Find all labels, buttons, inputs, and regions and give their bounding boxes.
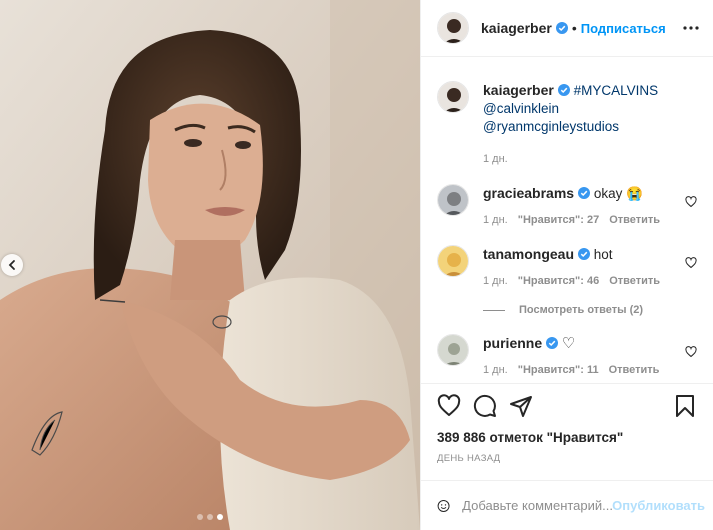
comment-text: hot: [593, 247, 613, 262]
comment-username[interactable]: tanamongeau: [483, 246, 574, 262]
more-icon: [683, 26, 699, 30]
comment-button[interactable]: [473, 394, 497, 418]
comment-item: gracieabrams okay 😭 1 дн. "Нравится": 27 О…: [437, 184, 697, 229]
caption: kaiagerber #MYCALVINS @calvinklein @ryan…: [437, 81, 697, 168]
heart-icon: [437, 394, 461, 416]
header-separator: •: [571, 20, 577, 36]
caption-time[interactable]: 1 дн.: [483, 153, 508, 165]
view-replies-label: Посмотреть ответы (2): [519, 304, 644, 316]
verified-icon: [546, 337, 559, 349]
comment-time[interactable]: 1 дн.: [483, 275, 508, 287]
comment-item: purienne ♡ 1 дн. "Нравится": 11 Ответить: [437, 334, 697, 379]
heart-icon[interactable]: [685, 257, 697, 269]
mention-links[interactable]: @calvinklein @ryanmcginleystudios: [483, 101, 619, 134]
avatar-image: [438, 335, 468, 365]
post-actions-section: 389 886 отметок "Нравится" ДЕНЬ НАЗАД: [421, 383, 713, 480]
carousel-dot-active: [217, 514, 223, 520]
author-username[interactable]: kaiagerber: [481, 20, 552, 36]
comment-input[interactable]: [462, 498, 613, 513]
like-button[interactable]: [437, 394, 461, 418]
reply-button[interactable]: Ответить: [609, 275, 660, 287]
comment-likes[interactable]: "Нравится": 11: [518, 364, 599, 376]
post-dialog: kaiagerber • Подписаться kaiagerber #MYC…: [0, 0, 713, 530]
reply-button[interactable]: Ответить: [609, 364, 660, 376]
share-button[interactable]: [509, 394, 533, 418]
comment-likes[interactable]: "Нравится": 27: [518, 214, 599, 226]
avatar[interactable]: [437, 12, 469, 44]
carousel-dot: [197, 514, 203, 520]
avatar[interactable]: [437, 184, 469, 216]
comment-username[interactable]: purienne: [483, 335, 542, 351]
view-replies-button[interactable]: Посмотреть ответы (2): [483, 304, 697, 316]
comment-item: tanamongeau hot 1 дн. "Нравится": 46 Ответ…: [437, 245, 697, 290]
post-date[interactable]: ДЕНЬ НАЗАД: [437, 453, 697, 464]
photo-image: [0, 0, 420, 530]
follow-button[interactable]: Подписаться: [581, 21, 666, 36]
avatar-image: [438, 13, 468, 43]
likes-count[interactable]: 389 886 отметок "Нравится": [437, 430, 697, 445]
avatar[interactable]: [437, 81, 469, 113]
avatar[interactable]: [437, 334, 469, 366]
hashtag-link[interactable]: #MYCALVINS: [574, 83, 659, 98]
add-comment-bar: Опубликовать: [421, 480, 713, 530]
carousel-dot: [207, 514, 213, 520]
comment-text: okay 😭: [593, 186, 643, 201]
verified-icon: [578, 248, 591, 260]
chevron-left-icon: [8, 260, 15, 270]
avatar[interactable]: [437, 245, 469, 277]
verified-icon: [555, 22, 568, 34]
verified-icon: [557, 84, 570, 96]
post-header: kaiagerber • Подписаться: [421, 0, 713, 57]
divider: [483, 309, 505, 311]
post-photo[interactable]: [0, 0, 420, 530]
caption-username[interactable]: kaiagerber: [483, 82, 554, 98]
comment-time[interactable]: 1 дн.: [483, 214, 508, 226]
heart-icon[interactable]: [685, 196, 697, 208]
save-button[interactable]: [673, 394, 697, 418]
carousel-prev-button[interactable]: [1, 254, 23, 276]
comment-icon: [473, 394, 496, 417]
reply-button[interactable]: Ответить: [609, 214, 660, 226]
comment-time[interactable]: 1 дн.: [483, 364, 508, 376]
post-side-panel: kaiagerber • Подписаться kaiagerber #MYC…: [420, 0, 713, 530]
more-options-button[interactable]: [683, 26, 699, 30]
heart-icon[interactable]: [685, 346, 697, 358]
action-bar: [437, 392, 697, 420]
avatar-image: [438, 246, 468, 276]
avatar-image: [438, 82, 468, 112]
share-icon: [510, 396, 532, 417]
publish-button[interactable]: Опубликовать: [612, 498, 705, 513]
comments-list[interactable]: kaiagerber #MYCALVINS @calvinklein @ryan…: [421, 57, 713, 383]
comment-text: ♡: [561, 335, 576, 352]
emoji-icon[interactable]: [437, 494, 450, 518]
avatar-image: [438, 185, 468, 215]
bookmark-icon: [676, 395, 694, 417]
comment-likes[interactable]: "Нравится": 46: [518, 275, 599, 287]
carousel-indicator: [0, 514, 420, 520]
verified-icon: [578, 187, 591, 199]
comment-username[interactable]: gracieabrams: [483, 185, 574, 201]
